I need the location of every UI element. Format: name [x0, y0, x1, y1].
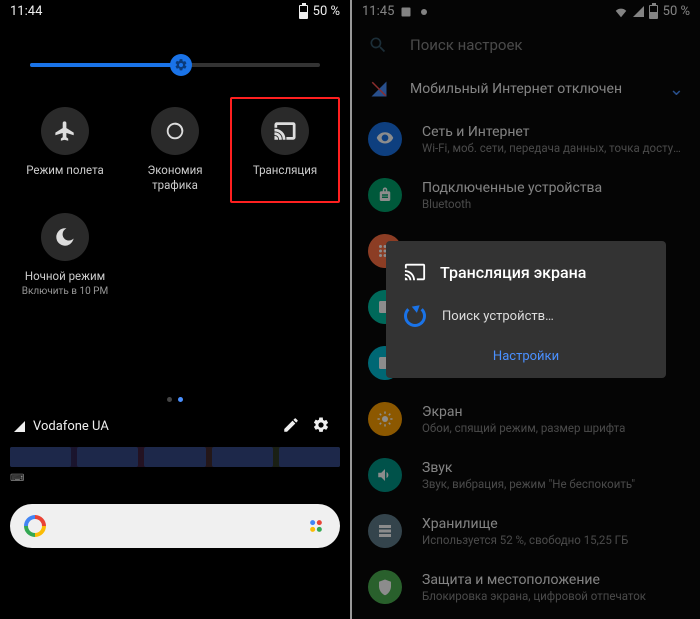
- moon-icon: [41, 213, 89, 261]
- statusbar: 11:44 50 %: [0, 0, 350, 23]
- carrier-row: Vodafone UA: [0, 406, 350, 443]
- tile-label: Трансляция: [253, 163, 317, 178]
- cast-icon: [261, 107, 309, 155]
- gear-icon: [312, 416, 330, 434]
- page-indicator: [0, 387, 350, 406]
- modal-title-row: Трансляция экрана: [386, 257, 666, 297]
- tile-data-saver[interactable]: Экономия трафика: [120, 97, 230, 203]
- keyboard-icon: ⌨: [0, 471, 350, 486]
- brightness-slider[interactable]: [30, 63, 320, 67]
- carrier-name: Vodafone UA: [33, 419, 109, 434]
- cast-modal: Трансляция экрана Поиск устройств… Настр…: [386, 241, 666, 378]
- wallpaper-preview: [10, 447, 340, 467]
- data-saver-icon: [151, 107, 199, 155]
- modal-title: Трансляция экрана: [440, 263, 586, 282]
- brightness-fill: [30, 63, 181, 67]
- spinner-icon: [404, 305, 426, 327]
- modal-searching-row: Поиск устройств…: [386, 297, 666, 341]
- settings-screen: 11:45 50 % Поиск настроек Мобильный Инте…: [350, 0, 700, 619]
- pencil-icon: [282, 416, 300, 434]
- modal-settings-link[interactable]: Настройки: [386, 341, 666, 370]
- tile-label: Режим полета: [26, 163, 104, 178]
- modal-searching-text: Поиск устройств…: [442, 309, 554, 324]
- airplane-icon: [41, 107, 89, 155]
- status-right: 50 %: [299, 4, 340, 19]
- tile-label: Экономия трафика: [124, 163, 226, 193]
- signal-icon: [14, 421, 25, 432]
- battery-icon: [299, 5, 308, 19]
- quick-settings-screen: 11:44 50 % Режим полета Экономия трафика: [0, 0, 350, 619]
- clock: 11:44: [10, 4, 42, 19]
- quick-tiles: Режим полета Экономия трафика Трансляция…: [0, 97, 350, 307]
- tile-night-mode[interactable]: Ночной режим Включить в 10 PM: [10, 203, 120, 307]
- mic-icon: [306, 516, 326, 536]
- brightness-thumb[interactable]: [170, 54, 192, 76]
- battery-percent: 50 %: [313, 4, 340, 19]
- tile-label: Ночной режим: [25, 269, 105, 284]
- tile-sublabel: Включить в 10 PM: [22, 286, 108, 297]
- tile-airplane[interactable]: Режим полета: [10, 97, 120, 203]
- google-logo-icon: [24, 515, 46, 537]
- tile-cast[interactable]: Трансляция: [230, 97, 340, 203]
- google-search-bar[interactable]: [10, 504, 340, 548]
- cast-icon: [404, 261, 426, 283]
- settings-button[interactable]: [306, 416, 336, 438]
- modal-overlay[interactable]: Трансляция экрана Поиск устройств… Настр…: [352, 0, 700, 619]
- gear-icon: [174, 58, 188, 72]
- edit-button[interactable]: [276, 416, 306, 438]
